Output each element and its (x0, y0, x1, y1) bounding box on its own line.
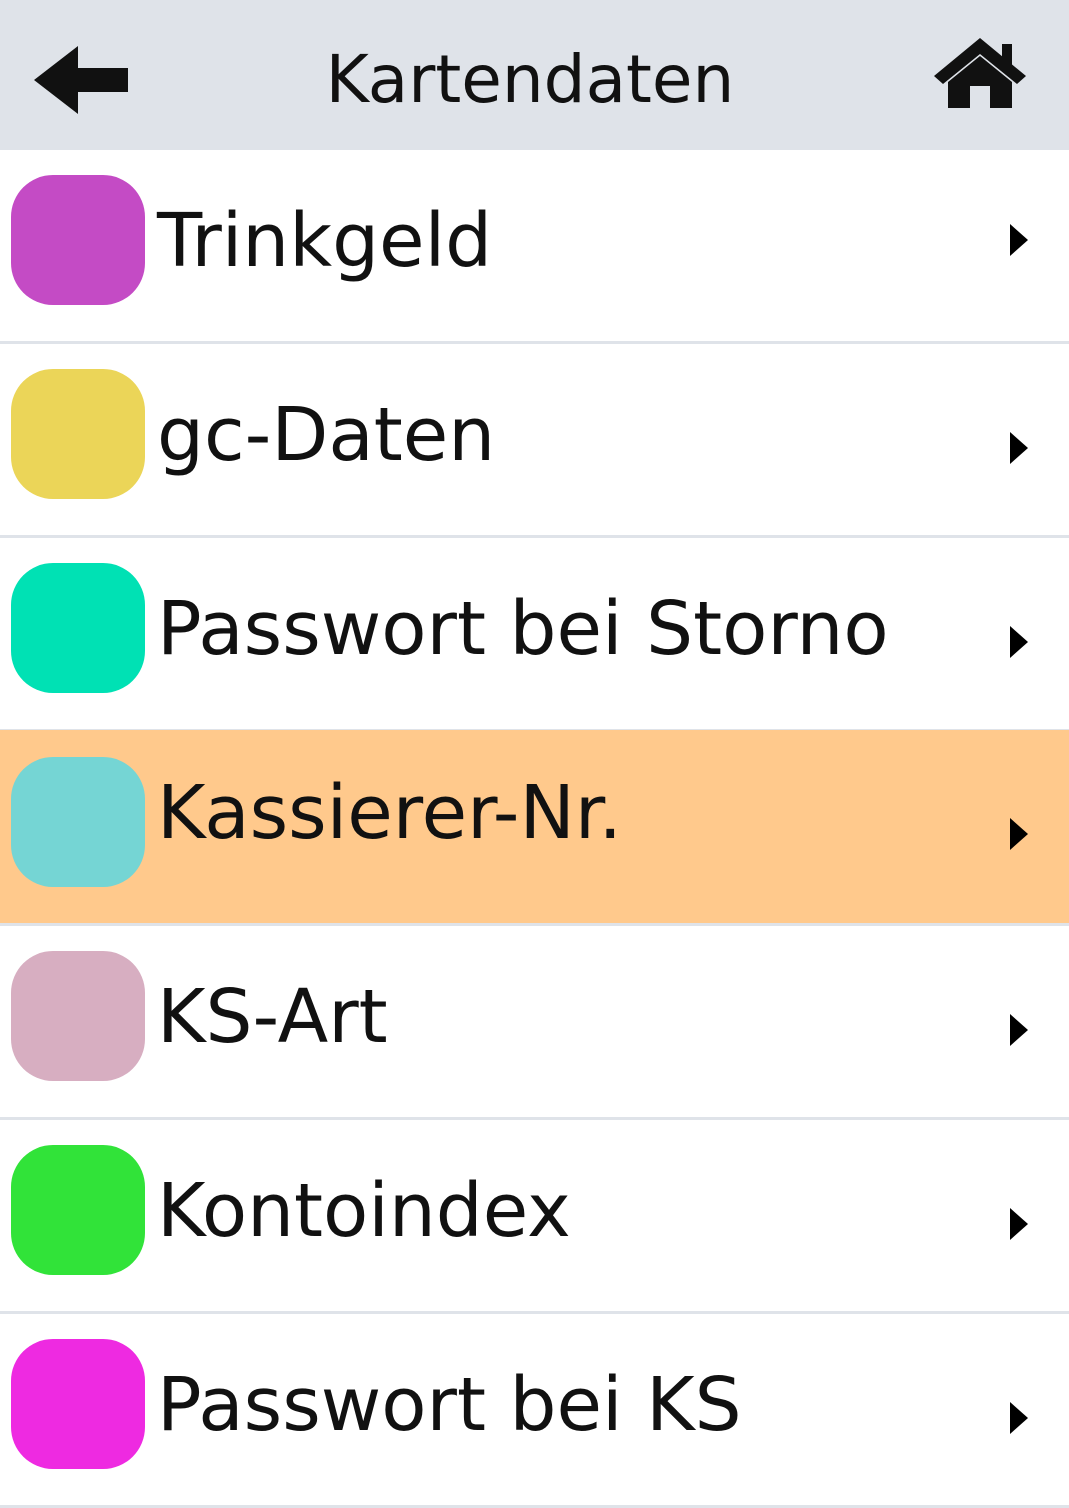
list-item-ks-art[interactable]: KS-Art (0, 926, 1069, 1117)
list-item-kassierer-nr[interactable]: Kassierer-Nr. (0, 730, 1069, 923)
list-item-label: Kontoindex (157, 1168, 571, 1254)
list-item-trinkgeld[interactable]: Trinkgeld (0, 150, 1069, 341)
color-swatch (11, 1339, 145, 1469)
list-item-passwort-bei-ks[interactable]: Passwort bei KS (0, 1314, 1069, 1505)
color-swatch (11, 563, 145, 693)
chevron-right-icon (1010, 224, 1028, 256)
chevron-right-icon (1010, 1402, 1028, 1434)
list-item-label: Passwort bei KS (157, 1362, 742, 1448)
chevron-right-icon (1010, 432, 1028, 464)
color-swatch (11, 951, 145, 1081)
chevron-right-icon (1010, 1014, 1028, 1046)
color-swatch (11, 1145, 145, 1275)
color-swatch (11, 369, 145, 499)
color-swatch (11, 757, 145, 887)
color-swatch (11, 175, 145, 305)
list-item-kontoindex[interactable]: Kontoindex (0, 1120, 1069, 1311)
list-item-gc-daten[interactable]: gc-Daten (0, 344, 1069, 535)
list-item-label: Kassierer-Nr. (157, 770, 622, 856)
list-item-label: Passwort bei Storno (157, 586, 889, 672)
chevron-right-icon (1010, 1208, 1028, 1240)
list-item-passwort-bei-storno[interactable]: Passwort bei Storno (0, 538, 1069, 729)
chevron-right-icon (1010, 626, 1028, 658)
page-title: Kartendaten (325, 41, 735, 118)
header-bar: Kartendaten (0, 0, 1069, 150)
home-button[interactable] (930, 36, 1030, 112)
list-item-label: gc-Daten (157, 392, 496, 478)
back-button[interactable] (32, 40, 132, 120)
home-icon (934, 38, 1026, 108)
chevron-right-icon (1010, 818, 1028, 850)
list-item-label: KS-Art (157, 974, 388, 1060)
back-arrow-icon (34, 46, 128, 114)
list-item-label: Trinkgeld (157, 198, 493, 284)
